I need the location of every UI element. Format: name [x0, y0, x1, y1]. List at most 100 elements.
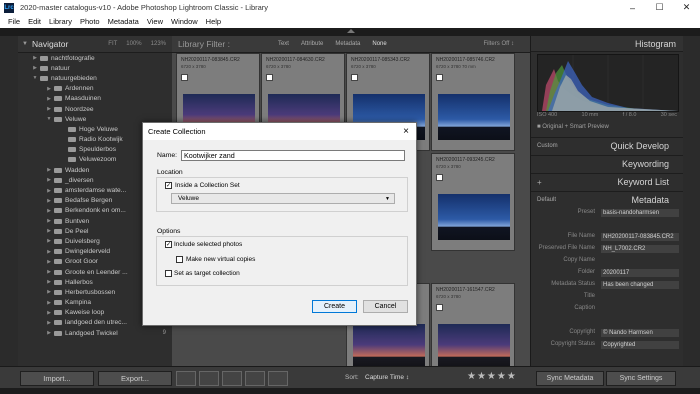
- quick-develop-preset[interactable]: Custom: [537, 143, 558, 149]
- collapsed-triangle-icon[interactable]: ▶: [46, 208, 52, 214]
- filmstrip-toggle[interactable]: [0, 388, 700, 394]
- pick-flag-icon[interactable]: [436, 304, 443, 311]
- metadata-preset[interactable]: Default: [537, 197, 556, 203]
- keywording-header[interactable]: Keywording: [531, 155, 683, 172]
- filter-none[interactable]: None: [372, 41, 386, 47]
- filters-off-dropdown[interactable]: Filters Off ↕: [483, 41, 514, 47]
- pick-flag-icon[interactable]: [436, 74, 443, 81]
- navigator-header[interactable]: ▼ Navigator FIT 100% 123%: [18, 36, 172, 53]
- metadata-header[interactable]: Default Metadata: [531, 191, 683, 208]
- collapsed-triangle-icon[interactable]: ▶: [46, 330, 52, 336]
- include-selected-checkbox[interactable]: ✓: [165, 241, 172, 248]
- inside-set-checkbox[interactable]: ✓: [165, 182, 172, 189]
- collapsed-triangle-icon[interactable]: ▶: [46, 310, 52, 316]
- cancel-button[interactable]: Cancel: [363, 300, 408, 313]
- maximize-icon[interactable]: ☐: [646, 0, 673, 15]
- metadata-value[interactable]: Has been changed: [601, 281, 679, 289]
- grid-view-icon[interactable]: [176, 371, 196, 386]
- menu-edit[interactable]: Edit: [28, 17, 41, 26]
- collapsed-triangle-icon[interactable]: ▶: [46, 86, 52, 92]
- keyword-list-header[interactable]: + Keyword List: [531, 173, 683, 190]
- metadata-value[interactable]: Copyrighted: [601, 341, 679, 349]
- module-picker-toggle[interactable]: [0, 28, 700, 36]
- collection-set-select[interactable]: Veluwe ▼: [171, 193, 395, 204]
- expanded-triangle-icon[interactable]: ▼: [32, 75, 38, 81]
- expanded-triangle-icon[interactable]: ▼: [46, 116, 52, 122]
- folder-item[interactable]: ▶ natuur: [18, 63, 172, 73]
- pick-flag-icon[interactable]: [436, 174, 443, 181]
- menu-file[interactable]: File: [8, 17, 20, 26]
- collapsed-triangle-icon[interactable]: ▶: [46, 300, 52, 306]
- collapsed-triangle-icon[interactable]: ▶: [46, 269, 52, 275]
- collapsed-triangle-icon[interactable]: ▶: [46, 218, 52, 224]
- minimize-icon[interactable]: –: [619, 0, 646, 15]
- metadata-value[interactable]: 20200117: [601, 269, 679, 277]
- collapsed-triangle-icon[interactable]: ▶: [46, 188, 52, 194]
- close-icon[interactable]: ×: [403, 126, 409, 137]
- loupe-view-icon[interactable]: [199, 371, 219, 386]
- thumbnail-cell[interactable]: NH20200117-161547.CR2 6720 x 3780: [431, 283, 515, 366]
- thumbnail-cell[interactable]: NH20200117-093245.CR2 6720 x 3780: [431, 153, 515, 251]
- collapsed-triangle-icon[interactable]: ▶: [46, 320, 52, 326]
- menu-help[interactable]: Help: [206, 17, 221, 26]
- filter-metadata[interactable]: Metadata: [335, 41, 360, 47]
- folder-item[interactable]: ▶ Ardennen: [18, 84, 172, 94]
- star-rating[interactable]: ★★★★★: [467, 371, 517, 382]
- pick-flag-icon[interactable]: [351, 74, 358, 81]
- close-window-icon[interactable]: ✕: [673, 0, 700, 15]
- virtual-copies-checkbox[interactable]: [176, 256, 183, 263]
- create-button[interactable]: Create: [312, 300, 357, 313]
- zoom-fit[interactable]: FIT: [108, 41, 117, 47]
- collapse-triangle-icon[interactable]: ▼: [22, 41, 28, 47]
- collapsed-triangle-icon[interactable]: ▶: [46, 228, 52, 234]
- include-selected-label[interactable]: Include selected photos: [174, 241, 242, 248]
- collection-name-input[interactable]: Kootwijker zand: [181, 150, 405, 161]
- folder-item[interactable]: ▶ Landgoed Twickel 9: [18, 328, 172, 338]
- collapsed-triangle-icon[interactable]: ▶: [46, 279, 52, 285]
- add-keyword-icon[interactable]: +: [537, 178, 542, 187]
- target-collection-checkbox[interactable]: [165, 270, 172, 277]
- collapsed-triangle-icon[interactable]: ▶: [46, 167, 52, 173]
- target-collection-label[interactable]: Set as target collection: [174, 270, 240, 277]
- collapse-triangle-icon[interactable]: [347, 29, 355, 33]
- pick-flag-icon[interactable]: [266, 74, 273, 81]
- compare-view-icon[interactable]: [222, 371, 242, 386]
- menu-library[interactable]: Library: [49, 17, 72, 26]
- collapsed-triangle-icon[interactable]: ▶: [46, 289, 52, 295]
- zoom-123[interactable]: 123%: [151, 41, 166, 47]
- filter-attribute[interactable]: Attribute: [301, 41, 323, 47]
- histogram-header[interactable]: Histogram: [531, 36, 683, 52]
- collapsed-triangle-icon[interactable]: ▶: [32, 65, 38, 71]
- metadata-value[interactable]: NH20200117-083845.CR2: [601, 233, 679, 241]
- collapsed-triangle-icon[interactable]: ▶: [46, 238, 52, 244]
- menu-window[interactable]: Window: [171, 17, 198, 26]
- collapsed-triangle-icon[interactable]: ▶: [46, 96, 52, 102]
- collapsed-triangle-icon[interactable]: ▶: [46, 106, 52, 112]
- survey-view-icon[interactable]: [245, 371, 265, 386]
- folder-item[interactable]: ▶ Noordzee: [18, 104, 172, 114]
- menu-view[interactable]: View: [147, 17, 163, 26]
- thumbnail-cell[interactable]: NH20200117-085746.CR2 6720 x 3780 70 mm: [431, 53, 515, 151]
- metadata-value[interactable]: © Nando Harmsen: [601, 329, 679, 337]
- menu-photo[interactable]: Photo: [80, 17, 100, 26]
- folder-item[interactable]: ▶ Maasduinen: [18, 94, 172, 104]
- zoom-100[interactable]: 100%: [126, 41, 141, 47]
- sync-settings-button[interactable]: Sync Settings: [606, 371, 676, 386]
- collapsed-triangle-icon[interactable]: ▶: [46, 259, 52, 265]
- inside-set-label[interactable]: Inside a Collection Set: [175, 182, 240, 189]
- collapsed-triangle-icon[interactable]: ▶: [46, 177, 52, 183]
- collapsed-triangle-icon[interactable]: ▶: [32, 55, 38, 61]
- collapsed-triangle-icon[interactable]: ▶: [46, 249, 52, 255]
- export-button[interactable]: Export...: [98, 371, 172, 386]
- folder-item[interactable]: ▼ natuurgebieden: [18, 73, 172, 83]
- people-view-icon[interactable]: [268, 371, 288, 386]
- sort-dropdown[interactable]: Capture Time ↕: [365, 374, 409, 381]
- metadata-value[interactable]: basis-nandoharmsen: [601, 209, 679, 217]
- menu-metadata[interactable]: Metadata: [108, 17, 139, 26]
- quick-develop-header[interactable]: Custom Quick Develop: [531, 137, 683, 154]
- pick-flag-icon[interactable]: [181, 74, 188, 81]
- filter-text[interactable]: Text: [278, 41, 289, 47]
- virtual-copies-label[interactable]: Make new virtual copies: [186, 256, 255, 263]
- import-button[interactable]: Import...: [20, 371, 94, 386]
- metadata-value[interactable]: NH_L7002.CR2: [601, 245, 679, 253]
